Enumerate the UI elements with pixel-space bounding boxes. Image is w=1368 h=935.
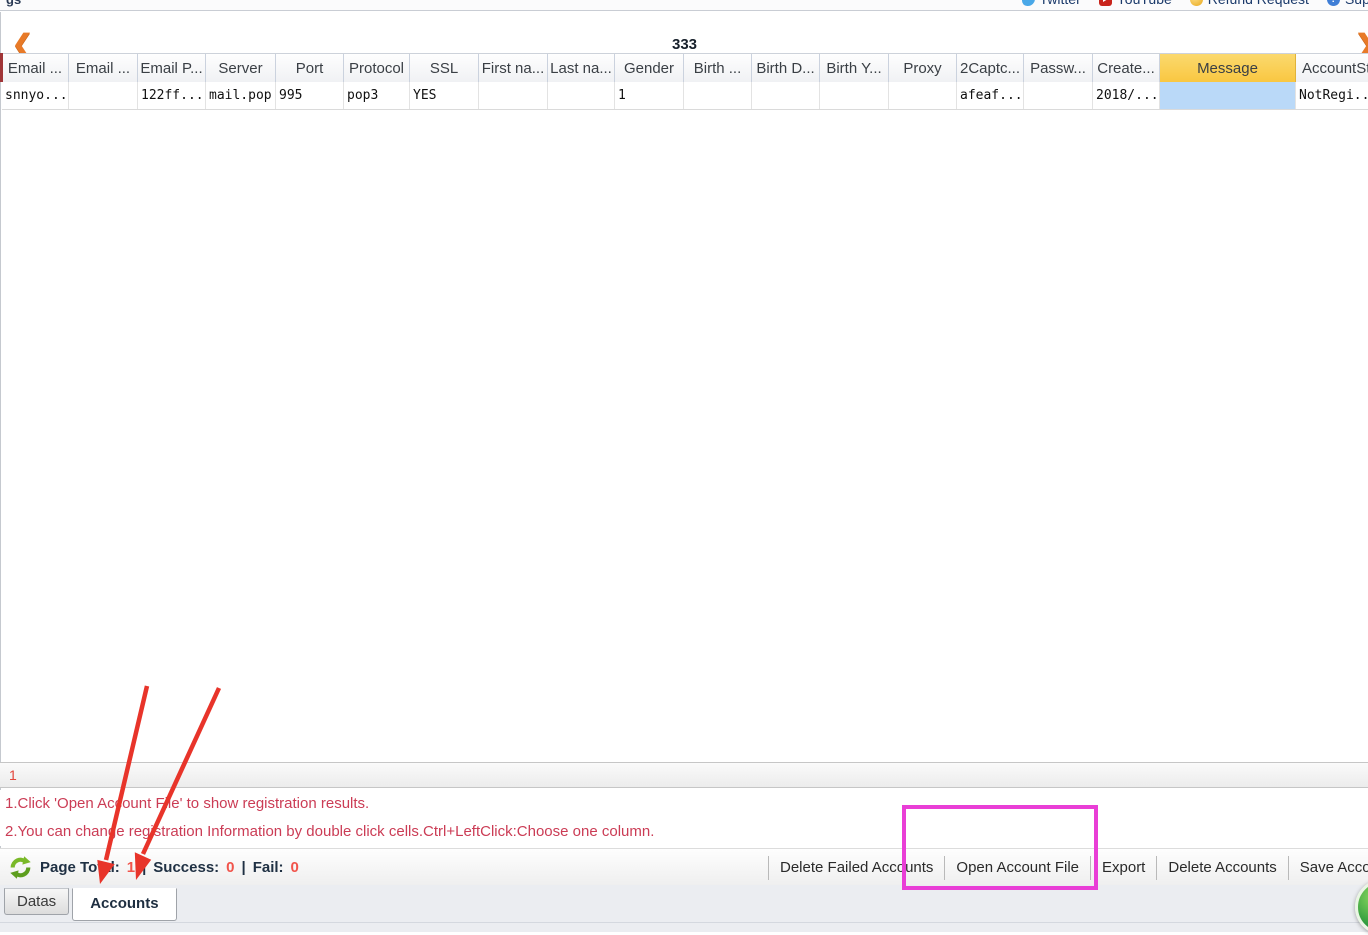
column-header-ssl[interactable]: SSL (410, 54, 479, 83)
table-cell-proxy[interactable] (889, 82, 957, 109)
twitter-icon (1022, 0, 1035, 6)
column-header-protocol[interactable]: Protocol (344, 54, 410, 83)
status-summary: Page Total: 1 | Success: 0 | Fail: 0 (8, 849, 299, 886)
column-header-server[interactable]: Server (206, 54, 276, 83)
column-header-email-p[interactable]: Email P... (138, 54, 206, 83)
column-header-proxy[interactable]: Proxy (889, 54, 957, 83)
export-button[interactable]: Export (1090, 856, 1156, 880)
instruction-line-2: 2.You can change registration Informatio… (0, 818, 1368, 846)
column-header-gender[interactable]: Gender (615, 54, 684, 83)
table-cell-email[interactable] (69, 82, 138, 109)
column-header-port[interactable]: Port (276, 54, 344, 83)
success-label: Success: (153, 859, 219, 876)
table-cell-email[interactable]: snnyo... (2, 82, 69, 109)
toplink-label: Refund Request (1208, 0, 1309, 7)
table-cell-email-p[interactable]: 122ff... (138, 82, 206, 109)
record-counter: 333 (1, 36, 1368, 53)
table-cell-accountstatus[interactable]: NotRegi... (1296, 82, 1368, 109)
table-cell-last-na[interactable] (548, 82, 615, 109)
youtube-icon (1099, 0, 1112, 6)
column-header-create[interactable]: Create... (1093, 54, 1160, 83)
tab-accounts[interactable]: Accounts (72, 888, 176, 921)
table-cell-birth[interactable] (684, 82, 752, 109)
column-header-last-na[interactable]: Last na... (548, 54, 615, 83)
status-bar: Page Total: 1 | Success: 0 | Fail: 0 Delete … (0, 848, 1368, 885)
table-cell-message[interactable] (1160, 82, 1296, 109)
table-header-row: Email ...Email ...Email P...ServerPortPr… (2, 53, 1368, 82)
support-icon (1327, 0, 1340, 6)
column-header-accountstatus[interactable]: AccountStatus (1296, 54, 1368, 83)
instruction-line-1: 1.Click 'Open Account File' to show regi… (0, 790, 1368, 818)
separator: | (242, 859, 246, 876)
column-header-email[interactable]: Email ... (2, 54, 69, 83)
table-cell-server[interactable]: mail.pop (206, 82, 276, 109)
toplink-support[interactable]: Support (1327, 0, 1368, 7)
panel-left-border (0, 12, 1, 884)
table-row: snnyo... 122ff...mail.pop995pop3YES 1 afeaf… (2, 82, 1368, 110)
column-header-2captc[interactable]: 2Captc... (957, 54, 1024, 83)
table-cell-create[interactable]: 2018/... (1093, 82, 1160, 109)
toplink-label: Support (1345, 0, 1368, 7)
bottom-tab-bar: DatasAccounts (0, 885, 1368, 932)
table-cell-first-na[interactable] (479, 82, 548, 109)
tabs: DatasAccounts (4, 888, 177, 921)
top-chrome-bar: gs Twitter YouTube Refund Request Support (0, 0, 1368, 11)
nav-row: ❮ 333 ❯ (1, 12, 1368, 53)
column-header-birth-d[interactable]: Birth D... (752, 54, 820, 83)
delete-accounts-button[interactable]: Delete Accounts (1156, 856, 1287, 880)
fail-value: 0 (291, 859, 299, 876)
refresh-icon[interactable] (8, 855, 33, 880)
account-toolbar: Delete Failed AccountsOpen Account FileE… (768, 849, 1368, 886)
table-cell-birth-y[interactable] (820, 82, 889, 109)
save-accounts-button[interactable]: Save Accounts (1288, 856, 1368, 880)
refund-icon (1190, 0, 1203, 6)
page-total-label: Page Total: (40, 859, 120, 876)
page-total-value: 1 (127, 859, 135, 876)
tabbar-divider (0, 922, 1368, 923)
instructions-panel: 1.Click 'Open Account File' to show regi… (0, 790, 1368, 846)
top-links: Twitter YouTube Refund Request Support (1022, 0, 1368, 7)
table-cell-ssl[interactable]: YES (410, 82, 479, 109)
success-value: 0 (226, 859, 234, 876)
separator: | (142, 859, 146, 876)
open-account-file-button[interactable]: Open Account File (944, 856, 1090, 880)
toplink-refund-request[interactable]: Refund Request (1190, 0, 1309, 7)
toplink-label: YouTube (1117, 0, 1172, 7)
table-cell-passw[interactable] (1024, 82, 1093, 109)
column-header-birth[interactable]: Birth ... (684, 54, 752, 83)
toplink-youtube[interactable]: YouTube (1099, 0, 1172, 7)
column-header-email[interactable]: Email ... (69, 54, 138, 83)
column-header-first-na[interactable]: First na... (479, 54, 548, 83)
clipped-menu-text: gs (6, 0, 21, 7)
tab-datas[interactable]: Datas (4, 888, 69, 915)
table-cell-gender[interactable]: 1 (615, 82, 684, 109)
column-header-passw[interactable]: Passw... (1024, 54, 1093, 83)
table-cell-birth-d[interactable] (752, 82, 820, 109)
page-number-strip[interactable]: 1 (0, 762, 1368, 788)
column-header-birth-y[interactable]: Birth Y... (820, 54, 889, 83)
column-header-message[interactable]: Message (1160, 54, 1296, 83)
delete-failed-accounts-button[interactable]: Delete Failed Accounts (768, 856, 944, 880)
table-cell-2captc[interactable]: afeaf... (957, 82, 1024, 109)
toplink-twitter[interactable]: Twitter (1022, 0, 1081, 7)
header-left-marker (0, 53, 3, 82)
table-cell-protocol[interactable]: pop3 (344, 82, 410, 109)
toplink-label: Twitter (1040, 0, 1081, 7)
fail-label: Fail: (253, 859, 284, 876)
table-cell-port[interactable]: 995 (276, 82, 344, 109)
